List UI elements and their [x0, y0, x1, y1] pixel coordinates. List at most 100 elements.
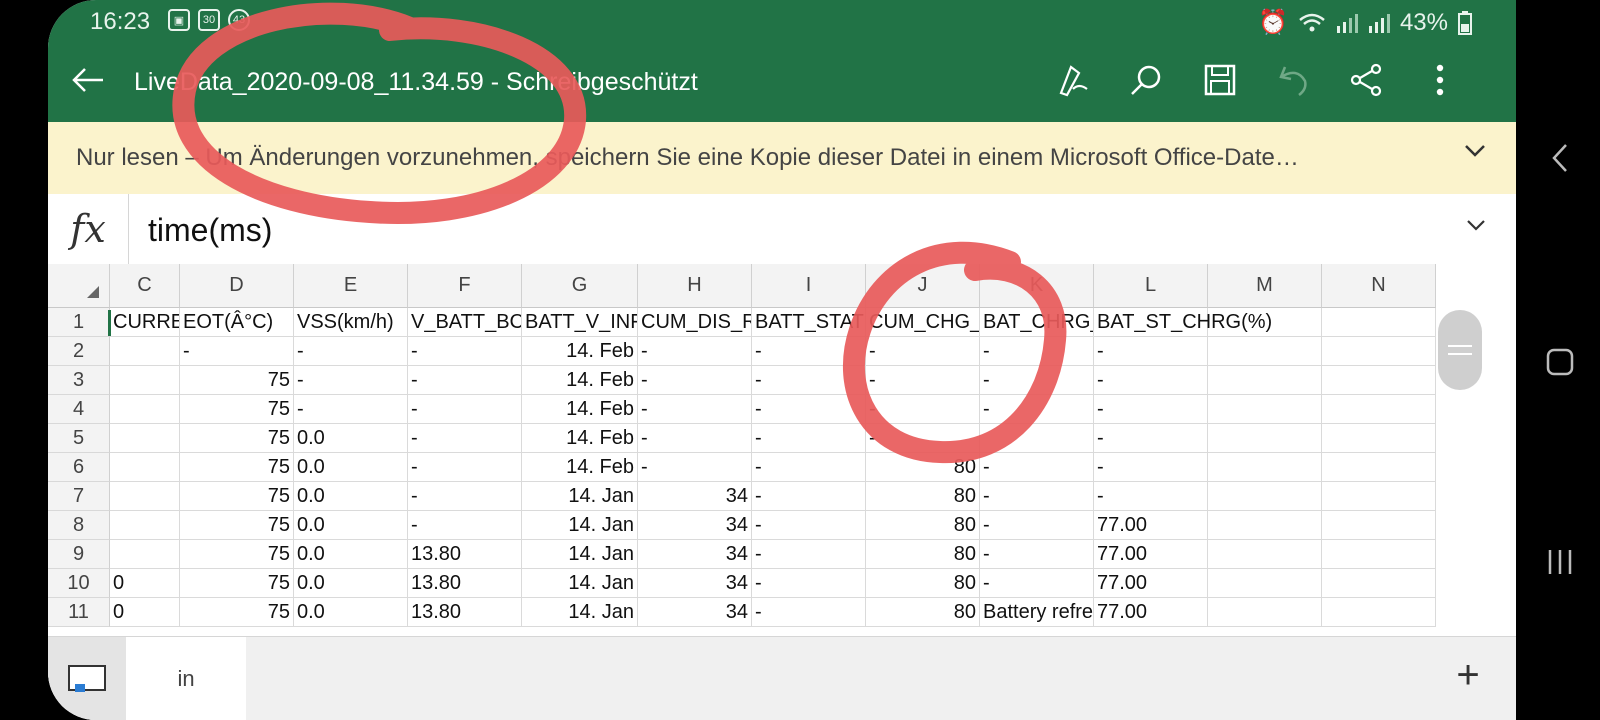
cell-f1[interactable]: V_BATT_BCM: [408, 308, 522, 337]
cell-d4[interactable]: 75: [180, 395, 294, 424]
cell-i11[interactable]: -: [752, 598, 866, 627]
cell-n8[interactable]: [1322, 511, 1436, 540]
cell-m8[interactable]: [1208, 511, 1322, 540]
cell-l2[interactable]: -: [1094, 337, 1208, 366]
cell-j1[interactable]: CUM_CHG_C: [866, 308, 980, 337]
cell-g3[interactable]: 14. Feb: [522, 366, 638, 395]
cell-m5[interactable]: [1208, 424, 1322, 453]
cell-j5[interactable]: -: [866, 424, 980, 453]
pen-icon[interactable]: [1054, 60, 1094, 100]
cell-g2[interactable]: 14. Feb: [522, 337, 638, 366]
cell-f11[interactable]: 13.80: [408, 598, 522, 627]
cell-j9[interactable]: 80: [866, 540, 980, 569]
cell-g1[interactable]: BATT_V_INFO: [522, 308, 638, 337]
cell-g7[interactable]: 14. Jan: [522, 482, 638, 511]
column-header-h[interactable]: H: [638, 264, 752, 308]
cell-d8[interactable]: 75: [180, 511, 294, 540]
cell-g8[interactable]: 14. Jan: [522, 511, 638, 540]
row-header[interactable]: 2: [48, 337, 110, 366]
cell-d5[interactable]: 75: [180, 424, 294, 453]
chevron-down-icon[interactable]: [1464, 144, 1486, 163]
cell-f2[interactable]: -: [408, 337, 522, 366]
cell-n1[interactable]: [1322, 308, 1436, 337]
column-header-m[interactable]: M: [1208, 264, 1322, 308]
cell-k10[interactable]: -: [980, 569, 1094, 598]
cell-c6[interactable]: [110, 453, 180, 482]
cell-n4[interactable]: [1322, 395, 1436, 424]
spreadsheet-grid[interactable]: CDEFGHIJKLMN 1CURRENEOT(Â°C)VSS(km/h)V_B…: [48, 264, 1516, 636]
cell-g10[interactable]: 14. Jan: [522, 569, 638, 598]
cell-d6[interactable]: 75: [180, 453, 294, 482]
share-icon[interactable]: [1346, 60, 1386, 100]
formula-input[interactable]: time(ms): [148, 212, 272, 249]
cell-m3[interactable]: [1208, 366, 1322, 395]
back-arrow-icon[interactable]: [68, 62, 108, 98]
cell-i5[interactable]: -: [752, 424, 866, 453]
cell-d9[interactable]: 75: [180, 540, 294, 569]
cell-i3[interactable]: -: [752, 366, 866, 395]
cell-c3[interactable]: [110, 366, 180, 395]
save-icon[interactable]: [1200, 60, 1240, 100]
cell-i7[interactable]: -: [752, 482, 866, 511]
cell-k7[interactable]: -: [980, 482, 1094, 511]
column-header-e[interactable]: E: [294, 264, 408, 308]
cell-h4[interactable]: -: [638, 395, 752, 424]
cell-i1[interactable]: BATT_STAT: [752, 308, 866, 337]
cell-k11[interactable]: Battery refre: [980, 598, 1094, 627]
cell-l8[interactable]: 77.00: [1094, 511, 1208, 540]
cell-d2[interactable]: -: [180, 337, 294, 366]
home-square-icon[interactable]: [1540, 342, 1580, 382]
cell-i6[interactable]: -: [752, 453, 866, 482]
more-icon[interactable]: [1420, 60, 1460, 100]
cell-n3[interactable]: [1322, 366, 1436, 395]
column-header-g[interactable]: G: [522, 264, 638, 308]
cell-e9[interactable]: 0.0: [294, 540, 408, 569]
row-header[interactable]: 11: [48, 598, 110, 627]
cell-h9[interactable]: 34: [638, 540, 752, 569]
cell-f7[interactable]: -: [408, 482, 522, 511]
cell-i8[interactable]: -: [752, 511, 866, 540]
cell-j11[interactable]: 80: [866, 598, 980, 627]
cell-h10[interactable]: 34: [638, 569, 752, 598]
cell-c2[interactable]: [110, 337, 180, 366]
cell-g9[interactable]: 14. Jan: [522, 540, 638, 569]
cell-e10[interactable]: 0.0: [294, 569, 408, 598]
cell-c4[interactable]: [110, 395, 180, 424]
cell-d10[interactable]: 75: [180, 569, 294, 598]
column-header-j[interactable]: J: [866, 264, 980, 308]
row-header[interactable]: 3: [48, 366, 110, 395]
cell-e7[interactable]: 0.0: [294, 482, 408, 511]
cell-d1[interactable]: EOT(Â°C): [180, 308, 294, 337]
select-all-corner[interactable]: [48, 264, 110, 308]
row-header[interactable]: 1: [48, 308, 110, 337]
cell-i10[interactable]: -: [752, 569, 866, 598]
cell-e5[interactable]: 0.0: [294, 424, 408, 453]
cell-k1[interactable]: BAT_CHRG_M: [980, 308, 1094, 337]
cell-h1[interactable]: CUM_DIS_RU: [638, 308, 752, 337]
cell-n10[interactable]: [1322, 569, 1436, 598]
row-header[interactable]: 5: [48, 424, 110, 453]
sheet-tab[interactable]: in: [126, 637, 246, 720]
row-header[interactable]: 9: [48, 540, 110, 569]
cell-e4[interactable]: -: [294, 395, 408, 424]
row-header[interactable]: 10: [48, 569, 110, 598]
cell-m7[interactable]: [1208, 482, 1322, 511]
cell-e6[interactable]: 0.0: [294, 453, 408, 482]
cell-m9[interactable]: [1208, 540, 1322, 569]
cell-m10[interactable]: [1208, 569, 1322, 598]
column-header-d[interactable]: D: [180, 264, 294, 308]
cell-h5[interactable]: -: [638, 424, 752, 453]
cell-k4[interactable]: -: [980, 395, 1094, 424]
cell-n7[interactable]: [1322, 482, 1436, 511]
cell-m2[interactable]: [1208, 337, 1322, 366]
row-header[interactable]: 7: [48, 482, 110, 511]
cell-k3[interactable]: -: [980, 366, 1094, 395]
cell-f6[interactable]: -: [408, 453, 522, 482]
cell-k6[interactable]: -: [980, 453, 1094, 482]
cell-f9[interactable]: 13.80: [408, 540, 522, 569]
cell-e2[interactable]: -: [294, 337, 408, 366]
formula-expand-icon[interactable]: [1466, 218, 1486, 236]
cell-f8[interactable]: -: [408, 511, 522, 540]
cell-k5[interactable]: [980, 424, 1094, 453]
cell-d3[interactable]: 75: [180, 366, 294, 395]
